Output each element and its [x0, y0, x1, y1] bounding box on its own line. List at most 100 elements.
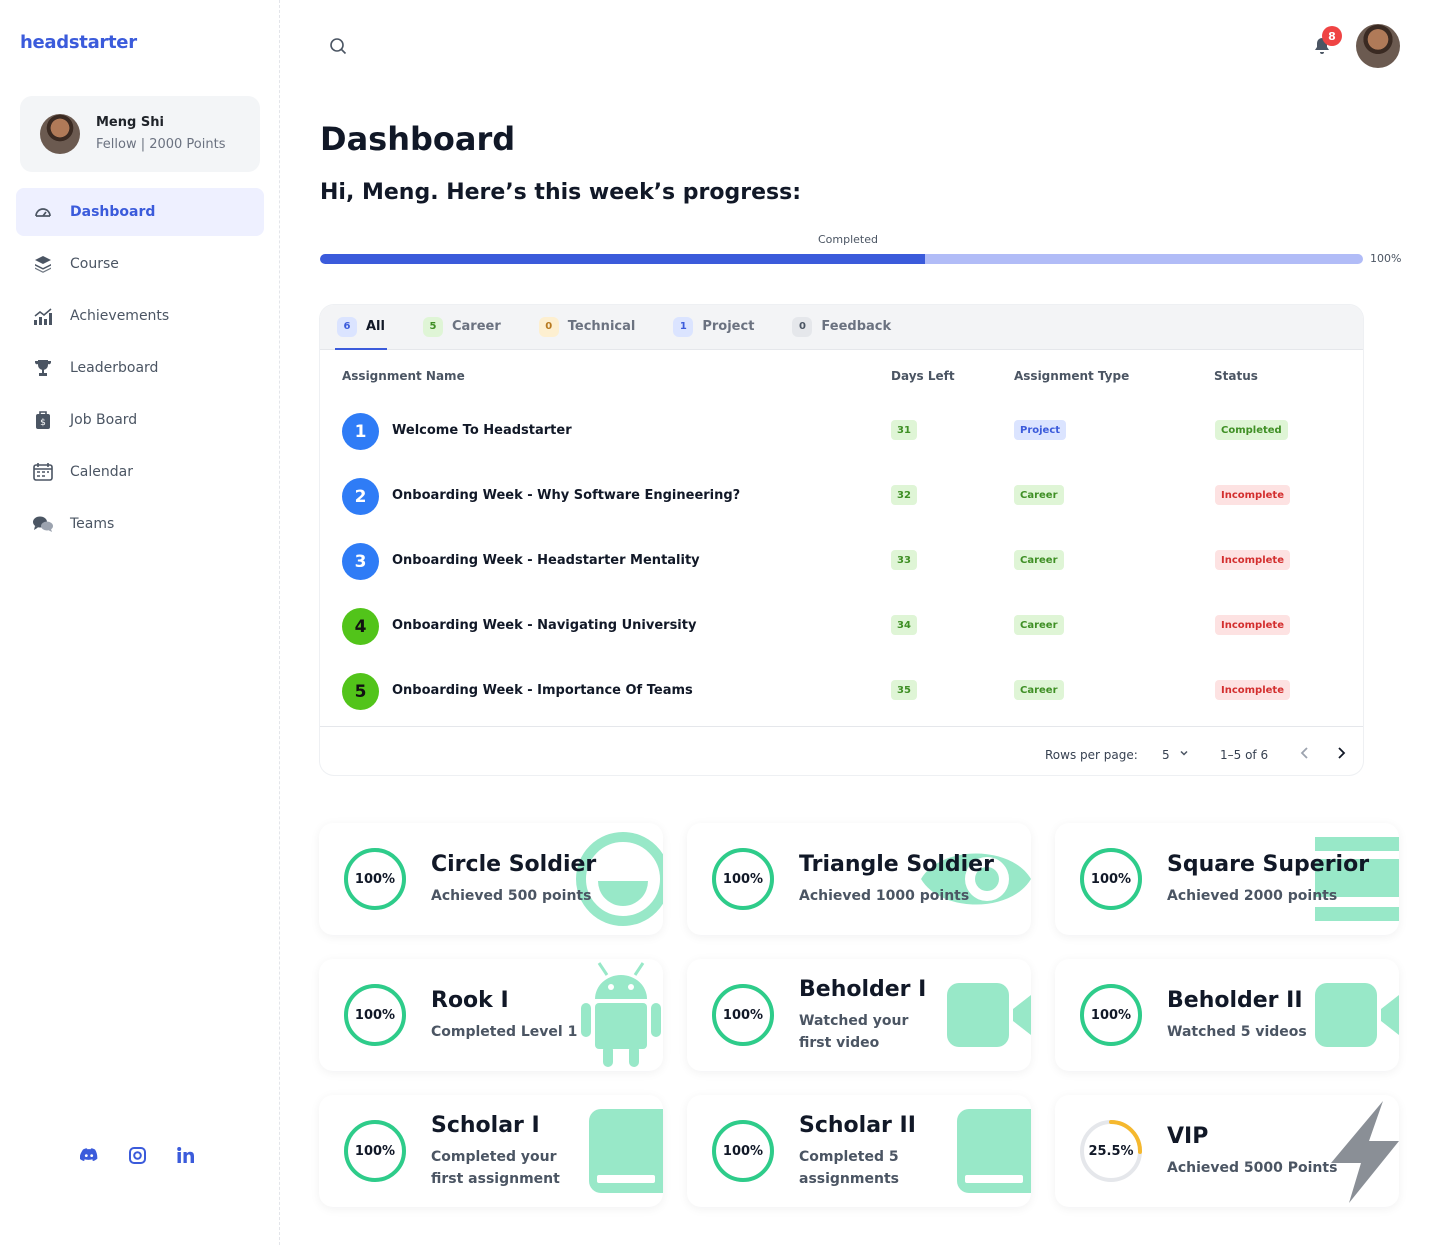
achievement-title: Rook I	[431, 988, 509, 1013]
sidebar-item-course[interactable]: Course	[16, 240, 264, 288]
sidebar-item-calendar[interactable]: Calendar	[16, 448, 264, 496]
bolt-icon	[1331, 1101, 1399, 1203]
days-left-badge: 34	[891, 615, 917, 635]
achievement-title: Triangle Soldier	[799, 852, 994, 877]
achievement-card[interactable]: 100% Triangle Soldier Achieved 1000 poin…	[687, 823, 1031, 935]
briefcase-icon: $	[32, 409, 54, 431]
brand-logo[interactable]: headstarter	[20, 32, 137, 53]
sidebar-item-job-board[interactable]: $ Job Board	[16, 396, 264, 444]
chevron-left-icon[interactable]	[1299, 746, 1311, 763]
achievement-card[interactable]: 100% Beholder II Watched 5 videos	[1055, 959, 1399, 1071]
sidebar-item-achievements[interactable]: Achievements	[16, 292, 264, 340]
row-number: 3	[342, 543, 379, 580]
tab-project[interactable]: 1 Project	[671, 305, 756, 349]
user-avatar[interactable]	[1356, 24, 1400, 68]
pagination-range: 1–5 of 6	[1220, 748, 1269, 762]
sidebar-item-label: Dashboard	[70, 204, 156, 220]
linkedin-icon[interactable]	[176, 1146, 194, 1164]
table-row[interactable]: 2 Onboarding Week - Why Software Enginee…	[320, 467, 1363, 532]
rows-per-page-label: Rows per page:	[1045, 748, 1138, 762]
achievement-desc: Watched your first video	[799, 1013, 909, 1051]
chat-icon	[32, 513, 54, 535]
achievement-card[interactable]: 100% Square Superior Achieved 2000 point…	[1055, 823, 1399, 935]
rows-per-page-select[interactable]: 5	[1162, 748, 1188, 762]
type-badge: Project	[1014, 420, 1067, 440]
eye-icon	[921, 853, 1031, 905]
status-badge: Incomplete	[1215, 550, 1290, 570]
achievement-desc: Watched 5 videos	[1167, 1024, 1307, 1040]
achievement-title: Scholar II	[799, 1113, 916, 1138]
tab-label: Technical	[567, 319, 636, 334]
search-icon[interactable]	[328, 36, 348, 60]
calendar-icon	[32, 461, 54, 483]
tab-count: 6	[337, 316, 357, 337]
achievement-card[interactable]: 100% Rook I Completed Level 1	[319, 959, 663, 1071]
achievement-title: VIP	[1167, 1124, 1209, 1149]
achievement-desc: Completed 5 assignments	[799, 1149, 899, 1187]
chevron-down-icon	[1178, 747, 1190, 762]
type-badge: Career	[1014, 485, 1064, 505]
tab-feedback[interactable]: 0 Feedback	[790, 305, 893, 349]
layers-icon	[32, 253, 54, 275]
assignment-name: Onboarding Week - Navigating University	[392, 618, 697, 633]
instagram-icon[interactable]	[128, 1146, 146, 1164]
achievement-card[interactable]: 100% Circle Soldier Achieved 500 points	[319, 823, 663, 935]
achievement-card[interactable]: 100% Scholar I Completed your first assi…	[319, 1095, 663, 1207]
table-pagination: Rows per page: 5 1–5 of 6	[320, 726, 1363, 775]
days-left-badge: 32	[891, 485, 917, 505]
achievement-desc: Completed Level 1	[431, 1024, 578, 1040]
achievement-percent: 25.5%	[1088, 1143, 1134, 1159]
sidebar-item-dashboard[interactable]: Dashboard	[16, 188, 264, 236]
assignment-name: Onboarding Week - Headstarter Mentality	[392, 553, 700, 568]
achievement-title: Square Superior	[1167, 852, 1370, 877]
achievement-card[interactable]: 100% Scholar II Completed 5 assignments	[687, 1095, 1031, 1207]
col-assignment-type[interactable]: Assignment Type	[1014, 369, 1129, 383]
col-status[interactable]: Status	[1214, 369, 1258, 383]
tab-all[interactable]: 6 All	[335, 305, 387, 350]
assignments-table: 6 All 5 Career 0 Technical 1 Project 0 F…	[320, 305, 1363, 775]
chart-icon	[32, 305, 54, 327]
days-left-badge: 31	[891, 420, 917, 440]
achievement-percent: 100%	[354, 1143, 396, 1159]
table-header: Assignment Name Days Left Assignment Typ…	[320, 350, 1363, 402]
tab-count: 0	[538, 316, 559, 337]
notification-badge: 8	[1322, 26, 1342, 46]
greeting: Hi, Meng. Here’s this week’s progress:	[320, 180, 802, 205]
sidebar-item-leaderboard[interactable]: Leaderboard	[16, 344, 264, 392]
tab-label: Feedback	[821, 319, 892, 334]
profile-card[interactable]: Meng Shi Fellow | 2000 Points	[20, 96, 260, 172]
table-row[interactable]: 4 Onboarding Week - Navigating Universit…	[320, 597, 1363, 662]
table-row[interactable]: 5 Onboarding Week - Importance Of Teams …	[320, 662, 1363, 727]
assignment-tabs: 6 All 5 Career 0 Technical 1 Project 0 F…	[320, 305, 1363, 350]
tab-career[interactable]: 5 Career	[421, 305, 503, 349]
chevron-right-icon[interactable]	[1335, 746, 1347, 763]
svg-text:$: $	[40, 418, 46, 428]
sidebar-item-teams[interactable]: Teams	[16, 500, 264, 548]
android-icon	[581, 962, 661, 1067]
col-days-left[interactable]: Days Left	[891, 369, 955, 383]
sidebar-item-label: Course	[70, 256, 119, 272]
achievement-percent: 100%	[1090, 871, 1132, 887]
achievement-title: Circle Soldier	[431, 852, 597, 877]
achievement-card[interactable]: 25.5% VIP Achieved 5000 Points	[1055, 1095, 1399, 1207]
discord-icon[interactable]	[80, 1146, 98, 1164]
tab-technical[interactable]: 0 Technical	[537, 305, 638, 349]
profile-meta: Fellow | 2000 Points	[96, 137, 226, 152]
col-assignment-name[interactable]: Assignment Name	[342, 369, 465, 383]
table-row[interactable]: 1 Welcome To Headstarter 31 Project Comp…	[320, 402, 1363, 467]
achievement-title: Beholder II	[1167, 988, 1303, 1013]
table-row[interactable]: 3 Onboarding Week - Headstarter Mentalit…	[320, 532, 1363, 597]
tab-count: 5	[422, 316, 443, 337]
achievement-percent: 100%	[1090, 1007, 1132, 1023]
achievement-desc: Achieved 2000 points	[1167, 888, 1338, 904]
achievement-card[interactable]: 100% Beholder I Watched your first video	[687, 959, 1031, 1071]
bars-icon	[1315, 837, 1399, 921]
video-icon	[947, 983, 1031, 1047]
sidebar-item-label: Job Board	[70, 412, 138, 428]
row-number: 2	[342, 478, 379, 515]
trophy-icon	[32, 357, 54, 379]
tab-count: 1	[673, 316, 694, 337]
progress-percent: 100%	[1370, 252, 1402, 265]
achievement-percent: 100%	[722, 1143, 764, 1159]
achievement-percent: 100%	[354, 871, 396, 887]
